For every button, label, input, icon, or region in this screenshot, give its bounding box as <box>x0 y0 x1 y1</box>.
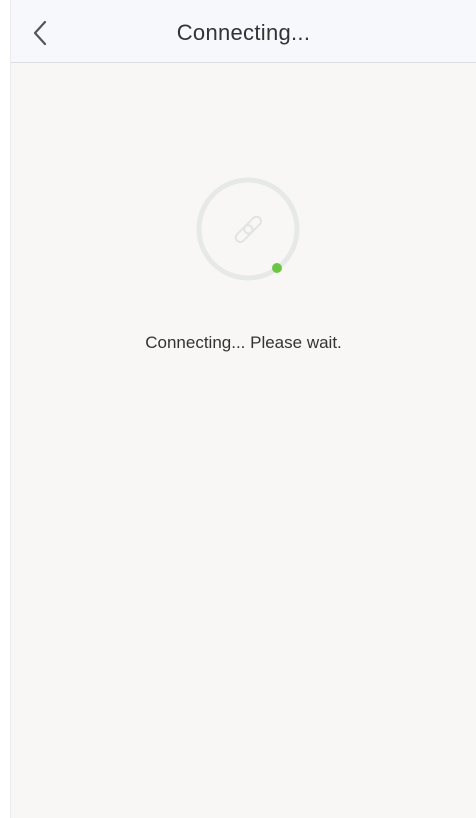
status-message: Connecting... Please wait. <box>145 333 342 352</box>
connecting-screen: Connecting... Connecting... Please wait. <box>0 0 476 818</box>
main-content: Connecting... Connecting... Please wait. <box>11 0 476 818</box>
navigation-bar: Connecting... <box>11 0 476 63</box>
progress-dot <box>272 263 282 273</box>
left-edge-strip <box>0 0 11 818</box>
connecting-spinner <box>196 177 300 281</box>
page-title: Connecting... <box>176 20 311 45</box>
link-icon <box>234 215 262 243</box>
